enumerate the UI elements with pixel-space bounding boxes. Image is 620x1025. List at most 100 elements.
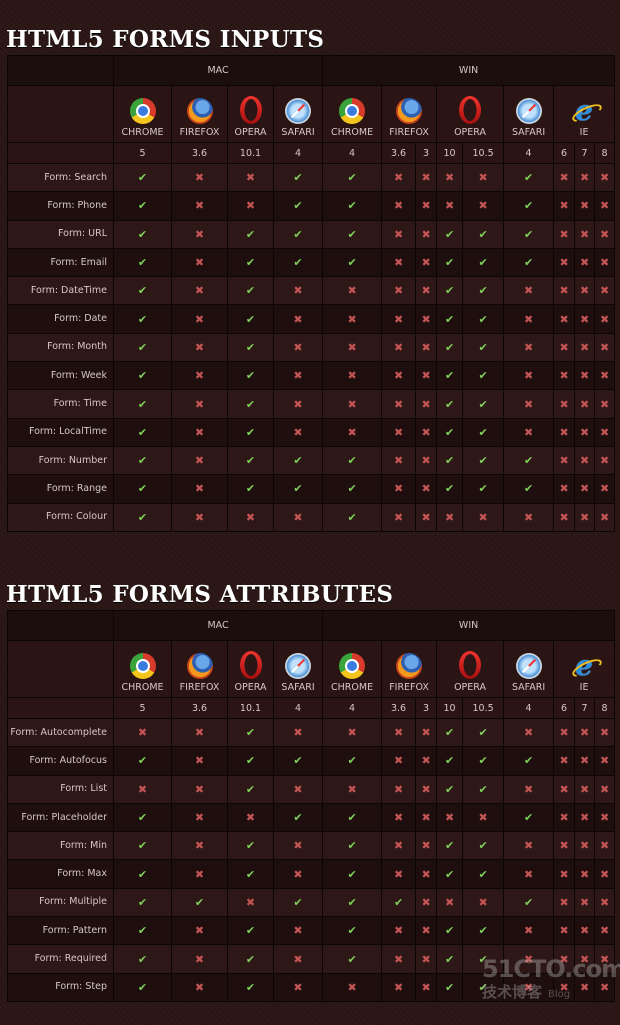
support-cell: ✔ [171, 887, 228, 918]
support-cell: ✖ [594, 304, 616, 334]
check-icon: ✔ [478, 425, 488, 439]
check-icon: ✔ [444, 726, 455, 740]
support-cell: ✖ [594, 916, 616, 946]
cross-icon: ✖ [421, 726, 431, 740]
support-cell: ✖ [553, 219, 576, 249]
support-cell: ✖ [381, 831, 417, 861]
check-icon: ✔ [137, 171, 148, 185]
support-cell: ✔ [227, 417, 274, 447]
support-cell: ✖ [574, 361, 596, 391]
support-cell: ✔ [462, 389, 505, 419]
support-cell: ✖ [553, 972, 576, 1002]
support-cell: ✖ [553, 717, 576, 748]
support-cell: ✔ [227, 219, 274, 249]
chrome-icon [129, 653, 156, 679]
support-cell: ✔ [227, 972, 274, 1002]
table-row: Form: Autocomplete ✖ ✖ ✔ ✖ ✖ ✖ ✖ ✔ ✔ ✖ ✖ ✖ ✖ [7, 717, 616, 748]
cross-icon: ✖ [599, 227, 610, 241]
support-cell: ✖ [574, 474, 596, 504]
check-icon: ✔ [137, 924, 148, 938]
cross-icon: ✖ [559, 227, 569, 241]
support-cell: ✖ [462, 802, 505, 833]
check-icon: ✔ [293, 227, 303, 241]
support-cell: ✖ [381, 746, 417, 776]
support-cell: ✖ [462, 162, 505, 193]
cross-icon: ✖ [194, 340, 205, 354]
cross-icon: ✖ [293, 312, 303, 326]
cross-icon: ✖ [579, 867, 590, 881]
cross-icon: ✖ [347, 397, 357, 411]
support-cell: ✖ [594, 332, 616, 363]
support-cell: ✔ [436, 774, 464, 804]
opera-icon [239, 96, 262, 124]
support-cell: ✖ [594, 717, 616, 748]
cross-icon: ✖ [421, 839, 431, 853]
cross-icon: ✖ [559, 284, 569, 298]
browser-name: SAFARI [511, 682, 546, 693]
support-cell: ✖ [594, 802, 616, 833]
cross-icon: ✖ [444, 199, 455, 213]
check-icon: ✔ [293, 454, 303, 468]
support-cell: ✖ [553, 389, 576, 419]
check-icon: ✔ [245, 782, 256, 796]
support-cell: ✖ [171, 502, 228, 532]
support-cell: ✖ [381, 916, 417, 946]
cross-icon: ✖ [421, 924, 431, 938]
support-cell: ✖ [503, 944, 555, 974]
support-cell: ✔ [503, 219, 555, 249]
support-cell: ✖ [436, 502, 464, 532]
cross-icon: ✖ [478, 895, 488, 909]
cross-icon: ✖ [559, 811, 569, 825]
support-cell: ✔ [272, 802, 324, 833]
support-cell: ✖ [227, 802, 274, 833]
version-cell: 10 [436, 697, 464, 719]
version-cell: 4 [503, 142, 555, 164]
support-cell: ✖ [227, 502, 274, 532]
cross-icon: ✖ [599, 782, 610, 796]
support-cell: ✔ [322, 445, 383, 476]
cross-icon: ✖ [523, 782, 534, 796]
check-icon: ✔ [347, 454, 357, 468]
opera-icon [459, 651, 482, 679]
table-row: Form: Time ✔ ✖ ✔ ✖ ✖ ✖ ✖ ✔ ✔ ✖ ✖ ✖ ✖ [7, 389, 616, 419]
support-cell: ✖ [272, 389, 324, 419]
platform-win: WIN [322, 610, 616, 641]
feature-label: Form: Number [7, 445, 114, 476]
browser-name: CHROME [331, 682, 374, 693]
cross-icon: ✖ [347, 340, 357, 354]
platform-mac: MAC [112, 610, 324, 641]
table-row: Form: Date ✔ ✖ ✔ ✖ ✖ ✖ ✖ ✔ ✔ ✖ ✖ ✖ ✖ [7, 304, 616, 334]
table-row: Form: Step ✔ ✖ ✔ ✖ ✖ ✖ ✖ ✔ ✔ ✖ ✖ ✖ ✖ [7, 972, 616, 1002]
support-cell: ✖ [322, 972, 383, 1002]
cross-icon: ✖ [579, 895, 590, 909]
table-row: Form: Search ✔ ✖ ✖ ✔ ✔ ✖ ✖ ✖ ✖ ✔ ✖ ✖ ✖ [7, 162, 616, 193]
support-cell: ✔ [113, 831, 172, 861]
support-cell: ✖ [594, 417, 616, 447]
browser-name: FIREFOX [389, 682, 429, 693]
support-cell: ✔ [462, 831, 505, 861]
support-cell: ✖ [503, 332, 555, 363]
support-cell: ✔ [436, 389, 464, 419]
cross-icon: ✖ [421, 895, 431, 909]
cross-icon: ✖ [559, 454, 569, 468]
check-icon: ✔ [478, 952, 488, 966]
cross-icon: ✖ [245, 895, 256, 909]
support-cell: ✖ [553, 417, 576, 447]
check-icon: ✔ [478, 867, 488, 881]
cross-icon: ✖ [559, 952, 569, 966]
cross-icon: ✖ [559, 340, 569, 354]
browser-name: SAFARI [281, 682, 315, 693]
check-icon: ✔ [347, 952, 357, 966]
browser-firefox: FIREFOX [171, 85, 228, 143]
table-row: Form: URL ✔ ✖ ✔ ✔ ✔ ✖ ✖ ✔ ✔ ✔ ✖ ✖ ✖ [7, 219, 616, 249]
browser-firefox: FIREFOX [381, 640, 438, 698]
check-icon: ✔ [478, 284, 488, 298]
corner-cell [7, 610, 114, 641]
support-cell: ✖ [553, 361, 576, 391]
cross-icon: ✖ [421, 284, 431, 298]
check-icon: ✔ [478, 256, 488, 270]
support-cell: ✖ [415, 972, 438, 1002]
platform-win: WIN [322, 55, 616, 86]
browser-name: IE [579, 127, 589, 138]
cross-icon: ✖ [245, 510, 256, 524]
